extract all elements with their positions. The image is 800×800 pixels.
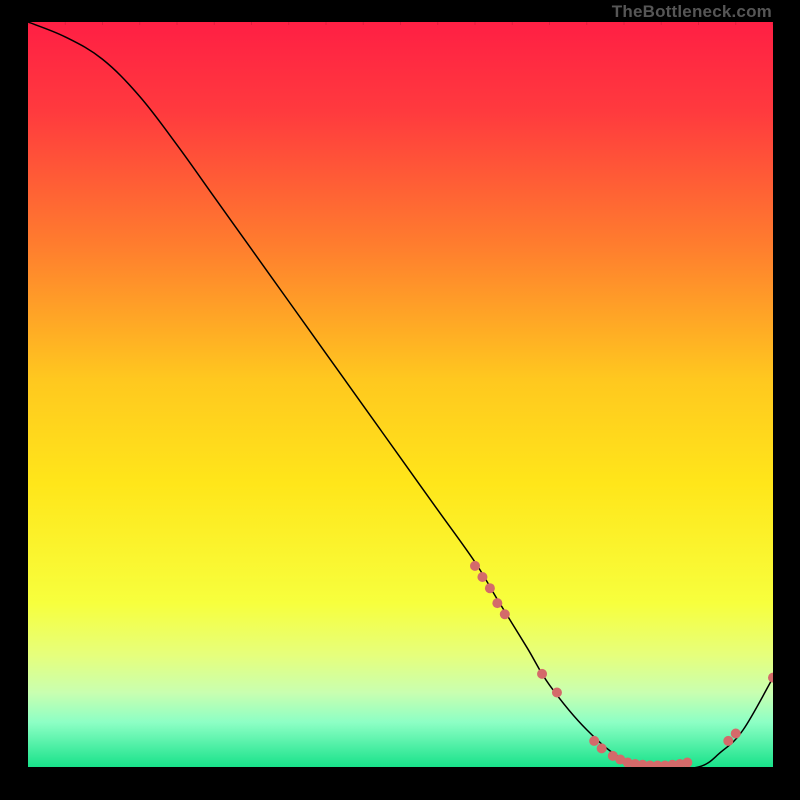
data-marker (485, 583, 495, 593)
data-marker (597, 743, 607, 753)
data-marker (492, 598, 502, 608)
data-marker (537, 669, 547, 679)
chart-plot (28, 22, 773, 767)
data-marker (731, 728, 741, 738)
data-marker (723, 736, 733, 746)
watermark-text: TheBottleneck.com (612, 2, 772, 22)
data-marker (470, 561, 480, 571)
chart-container: TheBottleneck.com (0, 0, 800, 800)
chart-background (28, 22, 773, 767)
axis-ticks (28, 22, 773, 25)
data-marker (477, 572, 487, 582)
data-marker (589, 736, 599, 746)
data-marker (552, 688, 562, 698)
data-marker (500, 609, 510, 619)
